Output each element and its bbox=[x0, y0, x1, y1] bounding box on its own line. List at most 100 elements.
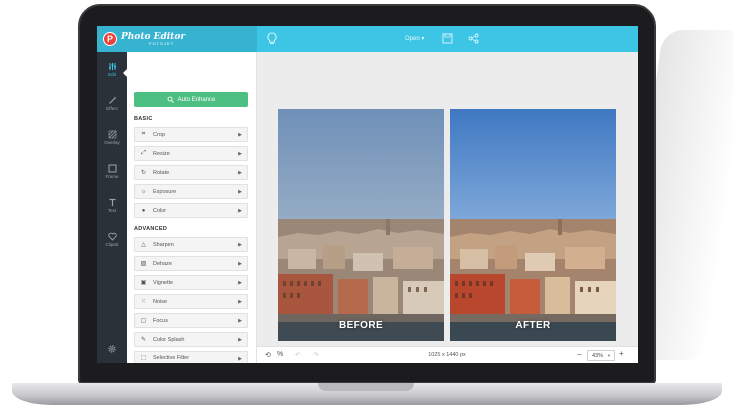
logo-text: Photo Editor FOTOJET bbox=[121, 32, 185, 46]
tool-label: Crop bbox=[153, 131, 165, 138]
chevron-right-icon: ▶ bbox=[238, 280, 242, 286]
tool-label: Focus bbox=[153, 317, 168, 324]
chevron-right-icon: ▶ bbox=[238, 318, 242, 324]
rail-label: Edit bbox=[108, 72, 116, 77]
rail-item-effect[interactable]: Effect bbox=[97, 96, 127, 111]
drop-icon: ● bbox=[141, 207, 146, 214]
tool-label: Dehaze bbox=[153, 260, 172, 267]
redo-icon[interactable]: ↷ bbox=[313, 351, 319, 359]
laptop-base-notch bbox=[318, 383, 414, 391]
tool-label: Color Splash bbox=[153, 336, 185, 343]
wand-icon bbox=[108, 96, 116, 104]
tool-rotate[interactable]: ↻ Rotate ▶ bbox=[134, 165, 248, 180]
tool-label: Rotate bbox=[153, 169, 170, 176]
tool-noise[interactable]: ⁙ Noise ▶ bbox=[134, 294, 248, 309]
chevron-right-icon: ▶ bbox=[238, 261, 242, 267]
rail-label: Effect bbox=[106, 106, 118, 111]
compare-icon[interactable]: % bbox=[277, 351, 283, 358]
after-label: AFTER bbox=[515, 320, 551, 331]
rail-label: Text bbox=[107, 208, 117, 213]
chevron-down-icon: ▼ bbox=[607, 353, 611, 358]
tool-focus[interactable]: ▢ Focus ▶ bbox=[134, 313, 248, 328]
triangle-icon: △ bbox=[141, 242, 146, 248]
zoom-value: 43% bbox=[592, 352, 604, 359]
rail-item-frame[interactable]: Frame bbox=[97, 164, 127, 179]
top-bar: P Photo Editor FOTOJET Open ▾ bbox=[97, 26, 638, 52]
advanced-heading: ADVANCED bbox=[134, 226, 168, 232]
bottom-bar: ⟲ % ↶ ↷ 1025 x 1440 px − 43% ▼ + bbox=[257, 346, 638, 363]
tool-label: Noise bbox=[153, 298, 168, 305]
tool-exposure[interactable]: ☼ Exposure ▶ bbox=[134, 184, 248, 199]
tool-label: Selective Filter bbox=[153, 354, 190, 361]
overlay-icon bbox=[108, 130, 116, 139]
chevron-right-icon: ▶ bbox=[238, 151, 242, 157]
focus-icon: ▢ bbox=[140, 318, 147, 324]
text-icon bbox=[109, 198, 115, 206]
tool-label: Exposure bbox=[153, 188, 177, 195]
sun-icon: ☼ bbox=[140, 188, 147, 195]
tool-label: Resize bbox=[153, 150, 170, 157]
noise-icon: ⁙ bbox=[140, 299, 147, 305]
auto-enhance-button[interactable]: Auto Enhance bbox=[134, 92, 248, 107]
tool-label: Sharpen bbox=[153, 241, 174, 248]
selective-icon: ⬚ bbox=[140, 355, 147, 361]
tool-vignette[interactable]: ▣ Vignette ▶ bbox=[134, 275, 248, 290]
zoom-select[interactable]: 43% ▼ bbox=[587, 350, 615, 361]
rail-item-clipart[interactable]: Clipart bbox=[97, 232, 127, 247]
chevron-right-icon: ▶ bbox=[238, 337, 242, 343]
rail-label: Frame bbox=[105, 174, 119, 179]
sliders-icon bbox=[108, 63, 116, 70]
zoom-in-button[interactable]: + bbox=[619, 349, 624, 358]
tool-color[interactable]: ● Color ▶ bbox=[134, 203, 248, 218]
open-menu-button[interactable]: Open ▾ bbox=[405, 35, 424, 42]
gear-icon[interactable] bbox=[107, 344, 117, 354]
share-icon[interactable] bbox=[468, 33, 479, 44]
tool-dehaze[interactable]: ▨ Dehaze ▶ bbox=[134, 256, 248, 271]
tool-label: Color bbox=[153, 207, 167, 214]
auto-enhance-label: Auto Enhance bbox=[177, 96, 216, 103]
tool-crop[interactable]: ⌗ Crop ▶ bbox=[134, 127, 248, 142]
save-icon[interactable] bbox=[442, 33, 453, 44]
heart-icon bbox=[107, 232, 117, 241]
app-logo[interactable]: P Photo Editor FOTOJET bbox=[97, 26, 257, 52]
before-label: BEFORE bbox=[338, 320, 384, 331]
chevron-right-icon: ▶ bbox=[238, 208, 242, 214]
tool-panel: Auto Enhance BASIC ⌗ Crop ▶ ⤢ Resize ▶ ↻… bbox=[127, 52, 257, 363]
tool-selective-filter[interactable]: ⬚ Selective Filter ▶ bbox=[134, 351, 248, 363]
chevron-right-icon: ▶ bbox=[238, 242, 242, 248]
rail-item-overlay[interactable]: Overlay bbox=[97, 130, 127, 145]
enhance-icon bbox=[167, 96, 174, 103]
crop-icon: ⌗ bbox=[141, 131, 146, 137]
logo-badge: P bbox=[103, 32, 117, 46]
canvas-area: BEFORE AFTER bbox=[257, 52, 638, 346]
image-dimensions: 1025 x 1440 px bbox=[428, 352, 466, 358]
brush-icon: ✎ bbox=[140, 337, 147, 343]
rail-label: Clipart bbox=[105, 242, 119, 247]
tool-label: Vignette bbox=[153, 279, 174, 286]
before-photo: BEFORE bbox=[278, 109, 444, 341]
chevron-right-icon: ▶ bbox=[238, 170, 242, 176]
chevron-right-icon: ▶ bbox=[238, 189, 242, 195]
rail-item-text[interactable]: Text bbox=[97, 198, 127, 213]
app-screen: P Photo Editor FOTOJET Open ▾ Edit Effec… bbox=[97, 26, 638, 363]
after-photo: AFTER bbox=[450, 109, 616, 341]
chevron-right-icon: ▶ bbox=[238, 356, 242, 362]
tool-sharpen[interactable]: △ Sharpen ▶ bbox=[134, 237, 248, 252]
frame-icon bbox=[108, 164, 116, 173]
zoom-out-button[interactable]: − bbox=[577, 350, 582, 359]
tool-color-splash[interactable]: ✎ Color Splash ▶ bbox=[134, 332, 248, 347]
basic-heading: BASIC bbox=[134, 116, 153, 122]
resize-icon: ⤢ bbox=[141, 150, 146, 156]
reset-icon[interactable]: ⟲ bbox=[265, 351, 271, 359]
logo-subtitle: FOTOJET bbox=[149, 40, 175, 46]
undo-icon[interactable]: ↶ bbox=[295, 351, 301, 359]
left-rail: Edit Effect Overlay Frame Text Clipart bbox=[97, 52, 127, 363]
dehaze-icon: ▨ bbox=[140, 261, 147, 267]
tool-resize[interactable]: ⤢ Resize ▶ bbox=[134, 146, 248, 161]
rotate-icon: ↻ bbox=[140, 170, 147, 176]
bulb-icon[interactable] bbox=[266, 32, 278, 46]
rail-label: Overlay bbox=[104, 140, 120, 145]
vignette-icon: ▣ bbox=[140, 280, 147, 286]
chevron-right-icon: ▶ bbox=[238, 299, 242, 305]
chevron-right-icon: ▶ bbox=[238, 132, 242, 138]
